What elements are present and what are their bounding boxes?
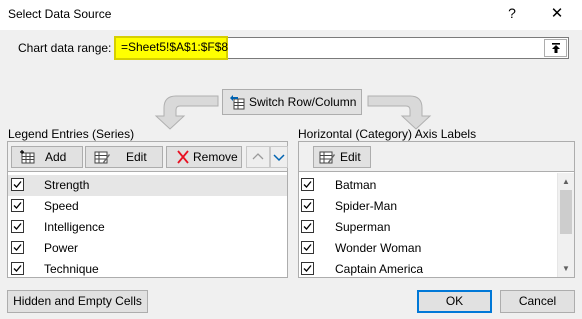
category-label: Captain America	[335, 262, 424, 276]
help-icon[interactable]: ?	[504, 5, 520, 23]
edit-table-icon	[94, 151, 110, 164]
scroll-up-icon[interactable]: ▲	[558, 173, 574, 190]
chart-data-range-input[interactable]: =Sheet5!$A$1:$F$8	[114, 36, 569, 60]
checkmark-icon	[13, 244, 22, 251]
series-checkbox[interactable]	[11, 178, 24, 191]
checkmark-icon	[303, 181, 312, 188]
list-item[interactable]: Technique	[8, 259, 287, 277]
right-curved-arrow-icon	[367, 95, 432, 130]
axis-labels-panel: Edit Batman Spider-Man Superman Wonder W…	[298, 141, 575, 278]
series-label: Power	[44, 241, 79, 255]
remove-series-button[interactable]: Remove	[166, 146, 242, 168]
category-checkbox[interactable]	[301, 262, 314, 275]
move-down-button[interactable]	[270, 146, 288, 168]
legend-entries-heading: Legend Entries (Series)	[8, 127, 135, 141]
switch-row-column-icon	[230, 95, 245, 110]
checkmark-icon	[303, 223, 312, 230]
category-label: Wonder Woman	[335, 241, 422, 255]
series-label: Strength	[44, 178, 90, 192]
add-series-button[interactable]: Add	[11, 146, 83, 168]
series-label: Intelligence	[44, 220, 105, 234]
axis-toolbar: Edit	[299, 142, 574, 172]
switch-row-column-button[interactable]: Switch Row/Column	[222, 89, 362, 115]
left-curved-arrow-icon	[154, 95, 219, 130]
add-table-icon	[20, 150, 35, 164]
category-checkbox[interactable]	[301, 199, 314, 212]
edit-axis-labels-label: Edit	[340, 150, 361, 164]
move-up-button[interactable]	[246, 146, 270, 168]
chart-data-range-label: Chart data range:	[18, 41, 112, 55]
checkmark-icon	[13, 265, 22, 272]
list-item[interactable]: Speed	[8, 196, 287, 217]
checkmark-icon	[303, 265, 312, 272]
category-label: Batman	[335, 178, 377, 192]
series-label: Speed	[44, 199, 79, 213]
category-label: Superman	[335, 220, 391, 234]
series-checkbox[interactable]	[11, 241, 24, 254]
list-item[interactable]: Superman	[299, 217, 557, 238]
ok-label: OK	[445, 294, 464, 308]
checkmark-icon	[13, 223, 22, 230]
list-item[interactable]: Power	[8, 238, 287, 259]
list-item[interactable]: Batman	[299, 175, 557, 196]
category-label: Spider-Man	[335, 199, 398, 213]
series-checkbox[interactable]	[11, 199, 24, 212]
axis-labels-heading: Horizontal (Category) Axis Labels	[298, 127, 477, 141]
hidden-empty-cells-label: Hidden and Empty Cells	[13, 294, 142, 308]
chart-data-range-value: =Sheet5!$A$1:$F$8	[121, 40, 229, 54]
title-bar: Select Data Source ? ✕	[0, 0, 582, 30]
series-checkbox[interactable]	[11, 262, 24, 275]
add-series-label: Add	[45, 150, 67, 164]
select-data-source-dialog: Select Data Source ? ✕ Chart data range:…	[0, 0, 582, 319]
cancel-label: Cancel	[518, 294, 557, 308]
chevron-down-icon	[273, 154, 285, 162]
axis-list-scrollbar[interactable]: ▲ ▼	[557, 173, 574, 277]
edit-axis-labels-button[interactable]: Edit	[313, 146, 371, 168]
close-icon[interactable]: ✕	[548, 4, 566, 24]
edit-table-icon	[319, 151, 335, 164]
checkmark-icon	[303, 202, 312, 209]
axis-labels-list[interactable]: Batman Spider-Man Superman Wonder Woman …	[299, 173, 557, 277]
checkmark-icon	[13, 202, 22, 209]
cancel-button[interactable]: Cancel	[500, 290, 575, 313]
hidden-empty-cells-button[interactable]: Hidden and Empty Cells	[7, 290, 148, 313]
checkmark-icon	[13, 181, 22, 188]
legend-entries-panel: Add Edit Remove Strength Speed Intellige…	[7, 141, 288, 278]
edit-series-button[interactable]: Edit	[85, 146, 163, 168]
ok-button[interactable]: OK	[417, 290, 492, 313]
scroll-thumb[interactable]	[560, 190, 572, 234]
legend-entries-list[interactable]: Strength Speed Intelligence Power Techni…	[8, 173, 287, 277]
category-checkbox[interactable]	[301, 241, 314, 254]
category-checkbox[interactable]	[301, 220, 314, 233]
category-checkbox[interactable]	[301, 178, 314, 191]
edit-series-label: Edit	[126, 150, 147, 164]
switch-row-column-label: Switch Row/Column	[249, 95, 357, 109]
legend-toolbar: Add Edit Remove	[8, 142, 288, 172]
list-item[interactable]: Captain America	[299, 259, 557, 277]
list-item[interactable]: Strength	[8, 175, 287, 196]
collapse-dialog-button[interactable]	[544, 39, 567, 57]
remove-series-label: Remove	[193, 150, 238, 164]
series-checkbox[interactable]	[11, 220, 24, 233]
remove-x-icon	[177, 150, 189, 164]
chevron-up-icon	[252, 153, 264, 160]
list-item[interactable]: Spider-Man	[299, 196, 557, 217]
series-label: Technique	[44, 262, 99, 276]
checkmark-icon	[303, 244, 312, 251]
list-item[interactable]: Wonder Woman	[299, 238, 557, 259]
window-title: Select Data Source	[8, 7, 112, 21]
collapse-arrow-icon	[551, 43, 560, 53]
list-item[interactable]: Intelligence	[8, 217, 287, 238]
scroll-down-icon[interactable]: ▼	[558, 260, 574, 277]
